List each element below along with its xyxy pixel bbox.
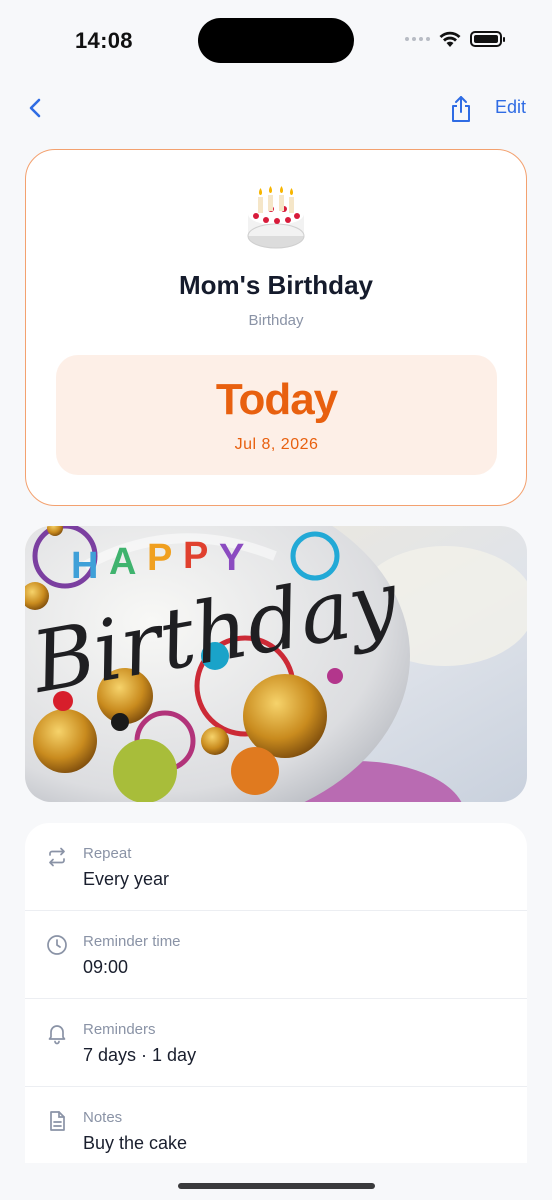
event-category: Birthday: [248, 312, 304, 329]
clock-icon: [47, 935, 67, 955]
detail-row-reminders[interactable]: Reminders 7 days · 1 day: [25, 999, 527, 1087]
birthday-balloon-image: H A P P Y Birthday: [25, 526, 527, 802]
status-icons: [405, 30, 505, 48]
svg-text:P: P: [147, 537, 178, 579]
detail-row-notes[interactable]: Notes Buy the cake: [25, 1087, 527, 1163]
detail-row-repeat[interactable]: Repeat Every year: [25, 823, 527, 911]
edit-button[interactable]: Edit: [495, 97, 526, 118]
repeat-label: Repeat: [83, 845, 132, 862]
date-highlight: Today Jul 8, 2026: [56, 355, 497, 475]
details-list: Repeat Every year Reminder time 09:00 Re…: [25, 823, 527, 1163]
svg-text:P: P: [183, 535, 214, 577]
notes-icon: [50, 1111, 65, 1131]
countdown-label: Today: [215, 375, 338, 424]
signal-icon: [405, 37, 430, 41]
svg-text:A: A: [109, 541, 142, 583]
chevron-left-icon[interactable]: [22, 93, 50, 123]
event-title: Mom's Birthday: [179, 270, 373, 300]
share-icon[interactable]: [448, 94, 474, 124]
reminders-value: 7 days · 1 day: [83, 1045, 197, 1065]
event-date: Jul 8, 2026: [234, 436, 319, 453]
battery-icon: [470, 31, 505, 47]
svg-text:H: H: [71, 545, 104, 587]
notes-value: Buy the cake: [83, 1133, 188, 1153]
dynamic-island: [198, 18, 354, 63]
reminders-label: Reminders: [83, 1021, 156, 1038]
repeat-icon: [49, 847, 65, 867]
event-card: Mom's Birthday Birthday Today Jul 8, 202…: [25, 149, 527, 506]
detail-row-reminder-time[interactable]: Reminder time 09:00: [25, 911, 527, 999]
status-time: 14:08: [75, 28, 133, 53]
birthday-cake-icon: [247, 186, 305, 249]
reminder-time-label: Reminder time: [83, 933, 181, 950]
home-indicator[interactable]: [178, 1183, 375, 1189]
bell-icon: [48, 1025, 66, 1045]
wifi-icon: [439, 31, 461, 47]
reminder-time-value: 09:00: [83, 957, 129, 977]
notes-label: Notes: [83, 1109, 123, 1126]
svg-text:Y: Y: [219, 537, 250, 579]
event-photo[interactable]: H A P P Y Birthday: [25, 526, 527, 802]
repeat-value: Every year: [83, 869, 170, 889]
